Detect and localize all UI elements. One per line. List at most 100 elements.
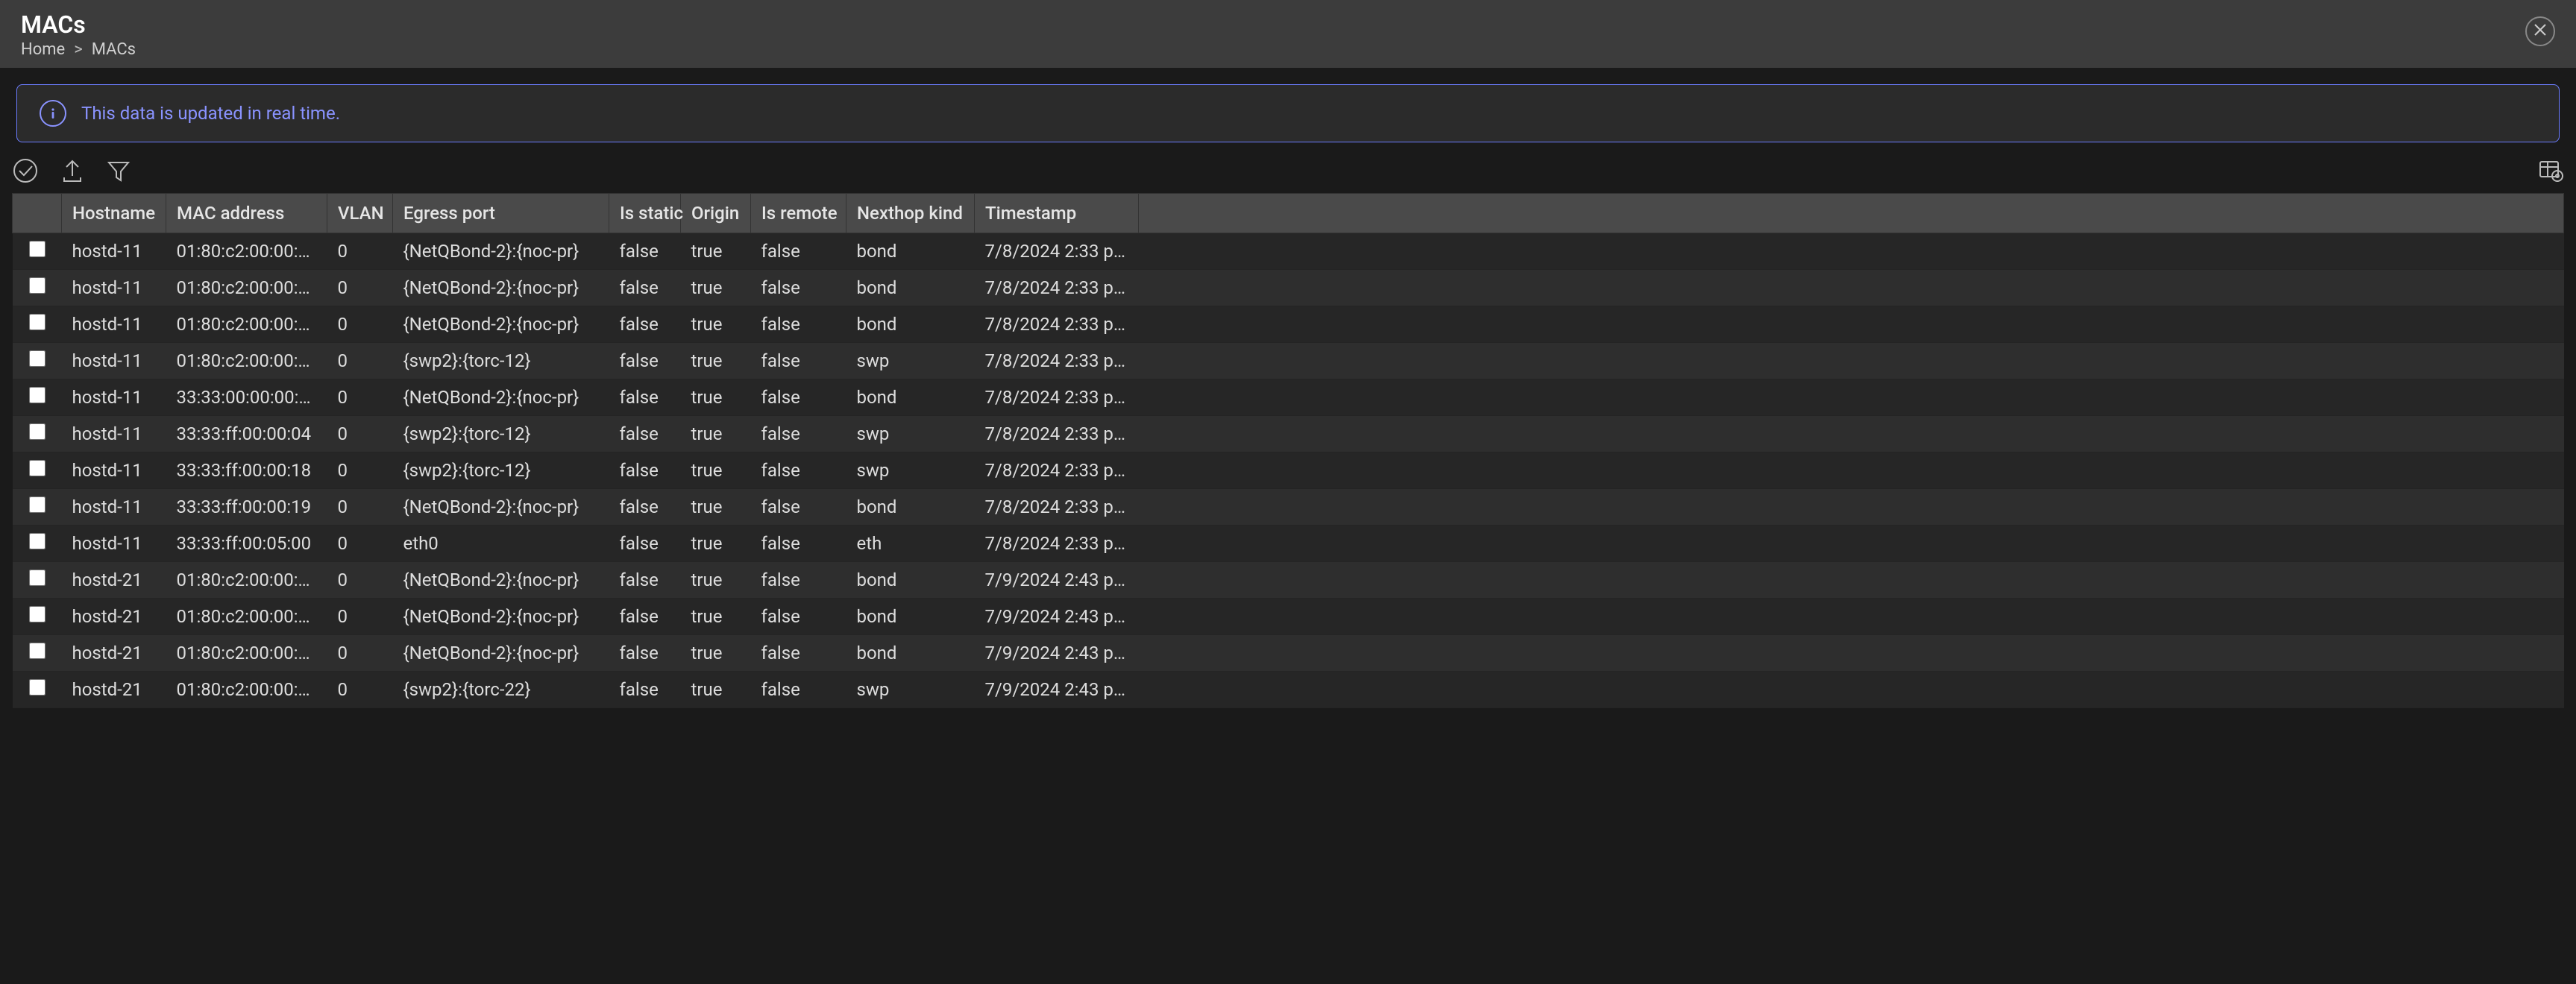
cell-origin: true [681,233,751,270]
table-settings-button[interactable] [2537,157,2564,189]
cell-nexthop: bond [846,599,975,635]
table-row[interactable]: hostd-1133:33:ff:00:00:040{swp2}:{torc-1… [13,416,2564,452]
col-spacer [1139,194,2564,233]
table-row[interactable]: hostd-1133:33:ff:00:00:190{NetQBond-2}:{… [13,489,2564,526]
cell-is-static: false [609,306,681,343]
cell-timestamp: 7/8/2024 2:33 pm [975,452,1139,489]
cell-hostname: hostd-11 [62,343,166,379]
row-checkbox[interactable] [29,314,45,330]
close-button[interactable] [2525,16,2555,46]
row-checkbox[interactable] [29,570,45,586]
cell-is-remote: false [751,489,846,526]
cell-nexthop: bond [846,233,975,270]
cell-is-remote: false [751,379,846,416]
cell-egress: {NetQBond-2}:{noc-pr} [393,489,609,526]
cell-is-remote: false [751,306,846,343]
cell-is-static: false [609,452,681,489]
cell-is-remote: false [751,635,846,672]
cell-hostname: hostd-21 [62,562,166,599]
row-checkbox[interactable] [29,423,45,440]
cell-egress: {NetQBond-2}:{noc-pr} [393,562,609,599]
cell-is-static: false [609,489,681,526]
table-row[interactable]: hostd-1101:80:c2:00:00:210{swp2}:{torc-1… [13,343,2564,379]
filter-button[interactable] [106,158,131,188]
row-checkbox[interactable] [29,533,45,549]
row-checkbox[interactable] [29,387,45,403]
table-row[interactable]: hostd-1133:33:00:00:00:010{NetQBond-2}:{… [13,379,2564,416]
row-checkbox[interactable] [29,496,45,513]
cell-nexthop: swp [846,672,975,708]
table-row[interactable]: hostd-1101:80:c2:00:00:000{NetQBond-2}:{… [13,233,2564,270]
cell-is-remote: false [751,526,846,562]
cell-is-remote: false [751,452,846,489]
cell-nexthop: bond [846,562,975,599]
breadcrumb-home[interactable]: Home [21,40,65,59]
cell-is-static: false [609,379,681,416]
cell-egress: {swp2}:{torc-22} [393,672,609,708]
cell-mac: 33:33:00:00:00:01 [166,379,327,416]
upload-icon [60,158,85,188]
col-checkbox[interactable] [13,194,62,233]
export-button[interactable] [60,158,85,188]
col-is-static[interactable]: Is static [609,194,681,233]
table-row[interactable]: hostd-2101:80:c2:00:00:000{NetQBond-2}:{… [13,562,2564,599]
col-timestamp[interactable]: Timestamp [975,194,1139,233]
cell-spacer [1139,635,2564,672]
table-row[interactable]: hostd-1133:33:ff:00:00:180{swp2}:{torc-1… [13,452,2564,489]
cell-spacer [1139,306,2564,343]
row-checkbox[interactable] [29,241,45,257]
cell-egress: {NetQBond-2}:{noc-pr} [393,635,609,672]
row-checkbox[interactable] [29,277,45,294]
cell-origin: true [681,672,751,708]
cell-hostname: hostd-11 [62,233,166,270]
table-row[interactable]: hostd-2101:80:c2:00:00:030{NetQBond-2}:{… [13,599,2564,635]
col-vlan[interactable]: VLAN [327,194,393,233]
cell-nexthop: swp [846,343,975,379]
table-row[interactable]: hostd-1101:80:c2:00:00:030{NetQBond-2}:{… [13,270,2564,306]
breadcrumb-current: MACs [92,40,136,59]
check-circle-icon [12,157,39,189]
cell-vlan: 0 [327,562,393,599]
row-checkbox[interactable] [29,606,45,622]
cell-spacer [1139,416,2564,452]
filter-icon [106,158,131,188]
cell-timestamp: 7/8/2024 2:33 pm [975,270,1139,306]
table-scroll[interactable]: Hostname MAC address VLAN Egress port Is… [0,193,2576,984]
cell-mac: 01:80:c2:00:00:0e [166,306,327,343]
cell-timestamp: 7/8/2024 2:33 pm [975,379,1139,416]
select-all-button[interactable] [12,157,39,189]
row-checkbox[interactable] [29,643,45,659]
col-mac[interactable]: MAC address [166,194,327,233]
cell-spacer [1139,672,2564,708]
cell-hostname: hostd-21 [62,635,166,672]
table-row[interactable]: hostd-1133:33:ff:00:05:000eth0falsetruef… [13,526,2564,562]
cell-origin: true [681,343,751,379]
table-row[interactable]: hostd-2101:80:c2:00:00:210{swp2}:{torc-2… [13,672,2564,708]
col-is-remote[interactable]: Is remote [751,194,846,233]
cell-vlan: 0 [327,489,393,526]
cell-hostname: hostd-11 [62,489,166,526]
table-row[interactable]: hostd-1101:80:c2:00:00:0e0{NetQBond-2}:{… [13,306,2564,343]
cell-egress: {NetQBond-2}:{noc-pr} [393,599,609,635]
cell-timestamp: 7/8/2024 2:33 pm [975,416,1139,452]
cell-timestamp: 7/9/2024 2:43 pm [975,672,1139,708]
col-nexthop[interactable]: Nexthop kind [846,194,975,233]
cell-is-static: false [609,562,681,599]
row-checkbox[interactable] [29,350,45,367]
cell-origin: true [681,270,751,306]
cell-spacer [1139,526,2564,562]
col-origin[interactable]: Origin [681,194,751,233]
cell-spacer [1139,270,2564,306]
col-egress[interactable]: Egress port [393,194,609,233]
cell-egress: {swp2}:{torc-12} [393,452,609,489]
page-title: MACs [21,10,136,39]
row-checkbox[interactable] [29,460,45,476]
cell-is-remote: false [751,416,846,452]
col-hostname[interactable]: Hostname [62,194,166,233]
info-icon [40,100,66,127]
cell-mac: 01:80:c2:00:00:03 [166,599,327,635]
row-checkbox[interactable] [29,679,45,696]
table-row[interactable]: hostd-2101:80:c2:00:00:0e0{NetQBond-2}:{… [13,635,2564,672]
cell-is-static: false [609,672,681,708]
cell-hostname: hostd-11 [62,416,166,452]
